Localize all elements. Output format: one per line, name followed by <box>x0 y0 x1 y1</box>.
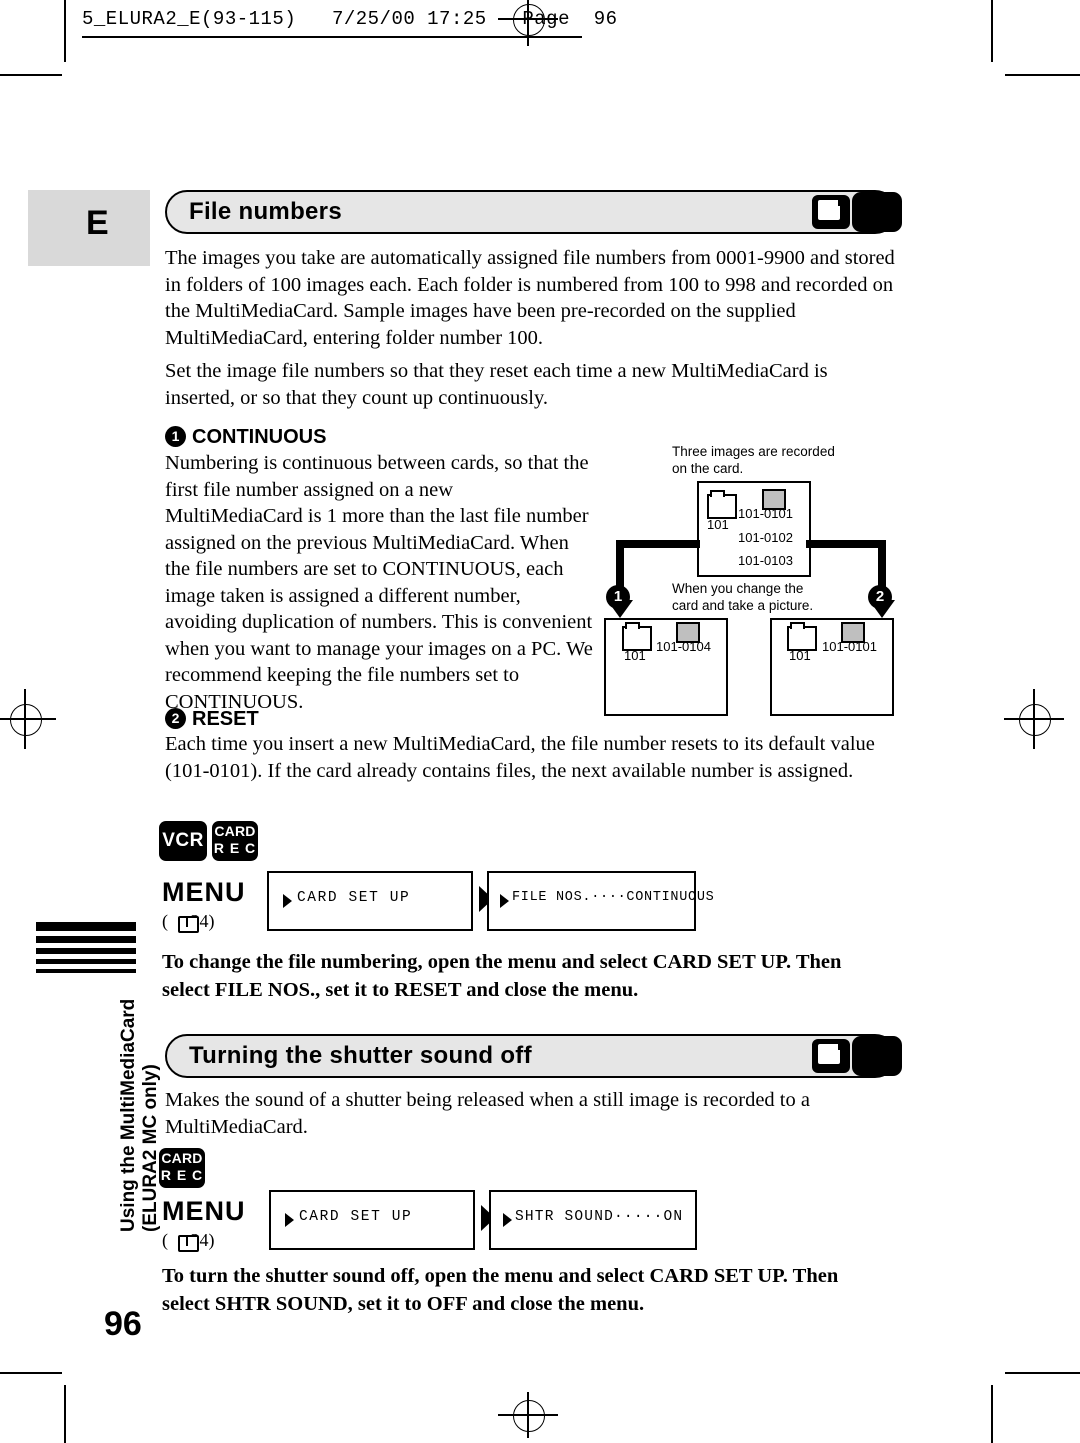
card-badge-icon-2 <box>812 1039 850 1073</box>
side-tab-line-1 <box>36 922 136 931</box>
diagram-file-1-left: 101-0104 <box>656 639 711 654</box>
item-2-body: Each time you insert a new MultiMediaCar… <box>165 733 875 782</box>
section-title-text: File numbers <box>189 198 342 225</box>
crop-mark-bottom-left-v <box>64 1385 66 1443</box>
menu-box-4-text: SHTR SOUND·····ON <box>515 1209 684 1225</box>
intro-paragraph-2: Set the image file numbers so that they … <box>165 360 828 409</box>
registration-line-left-v <box>24 689 26 749</box>
side-tab-line-4 <box>36 959 136 964</box>
registration-line-right-v <box>1033 689 1035 749</box>
section-2-body: Makes the sound of a shutter being relea… <box>165 1089 810 1138</box>
diagram-file-1-top: 101-0101 <box>738 506 793 521</box>
item-1-body: Numbering is continuous between cards, s… <box>165 452 593 713</box>
item-1-heading: CONTINUOUS <box>192 426 327 448</box>
book-icon-2 <box>178 1235 199 1252</box>
section-title-shutter-sound: Turning the shutter sound off <box>165 1034 897 1078</box>
diagram-marker-1: 1 <box>606 585 630 609</box>
menu-box-1-file-nos[interactable]: FILE NOS.····CONTINUOUS <box>487 871 714 931</box>
menu-arrow-icon-3 <box>285 1213 294 1227</box>
card-rec-mode-icon-2: CARD R E C <box>159 1148 205 1188</box>
card-rec-badge-icon-2 <box>852 1036 902 1076</box>
header-rule <box>82 36 582 38</box>
card-badge-inner <box>818 200 840 220</box>
side-tab-lines <box>36 922 136 982</box>
menu-box-2-shtr-sound[interactable]: SHTR SOUND·····ON <box>489 1190 697 1250</box>
crop-mark-bottom-left-h <box>0 1372 62 1374</box>
language-tab-letter: E <box>86 204 109 242</box>
card-badge-corner-2 <box>838 1044 845 1050</box>
menu-label-1: MENU <box>162 877 246 907</box>
registration-line-left-h <box>0 718 56 720</box>
diagram-caption-mid: When you change the card and take a pict… <box>672 581 814 613</box>
menu-arrow-icon-1 <box>283 894 292 908</box>
diagram-folder-number-top: 101 <box>707 517 729 532</box>
menu-arrow-icon-4 <box>503 1213 512 1227</box>
crop-mark-top-left-v <box>64 0 66 62</box>
card-badge-icon <box>812 195 850 229</box>
section-2-title-text: Turning the shutter sound off <box>189 1042 532 1069</box>
diagram-caption-top: Three images are recorded on the card. <box>672 444 835 476</box>
page-number: 96 <box>104 1305 142 1343</box>
diagram-marker-2: 2 <box>868 585 892 609</box>
vcr-mode-icon: VCR <box>159 821 207 861</box>
card-badge-inner-2 <box>818 1044 840 1064</box>
diagram-file-2-top: 101-0102 <box>738 530 793 545</box>
instruction-2: To turn the shutter sound off, open the … <box>162 1265 839 1315</box>
crop-mark-top-right-v <box>991 0 993 62</box>
card-rec-mode-icon-1: CARD R E C <box>212 821 258 861</box>
card-badge-corner <box>838 200 845 206</box>
diagram-folder-number-right: 101 <box>789 648 811 663</box>
diagram-file-3-top: 101-0103 <box>738 553 793 568</box>
crop-mark-top-right-h <box>1005 74 1080 76</box>
menu-box-1-text: CARD SET UP <box>297 890 411 906</box>
diagram-file-1-right: 101-0101 <box>822 639 877 654</box>
diagram-connector-left-h <box>616 540 700 548</box>
crop-mark-bottom-right-h <box>1005 1372 1080 1374</box>
badge-2-slash-3 <box>877 1043 890 1067</box>
side-tab-line-3 <box>36 948 136 954</box>
manual-page: 5_ELURA2_E(93-115) 7/25/00 17:25 Page 96… <box>0 0 1080 1443</box>
card-rec-label-line2: R E C <box>213 840 257 856</box>
section-title-file-numbers: File numbers <box>165 190 897 234</box>
crop-mark-top-left-h <box>0 74 62 76</box>
registration-line-bottom-v <box>527 1392 529 1438</box>
badge-slash-3 <box>877 199 890 223</box>
crop-mark-bottom-right-v <box>991 1385 993 1443</box>
menu-box-1-card-setup[interactable]: CARD SET UP <box>267 871 473 931</box>
registration-mark-bottom <box>513 1400 545 1432</box>
menu-box-2-card-setup[interactable]: CARD SET UP <box>269 1190 475 1250</box>
item-2-heading: RESET <box>192 708 259 730</box>
side-tab-text-line2: (ELURA2 MC only) <box>140 1064 161 1232</box>
intro-paragraph-1: The images you take are automatically as… <box>165 247 895 349</box>
menu-label-2: MENU <box>162 1196 246 1226</box>
instruction-1: To change the file numbering, open the m… <box>162 951 842 1001</box>
card-rec-badge-icon <box>852 192 902 232</box>
card-rec-2-label-line1: CARD <box>161 1150 203 1166</box>
menu-box-3-text: CARD SET UP <box>299 1209 413 1225</box>
side-tab-text-line1: Using the MultiMediaCard <box>118 998 139 1232</box>
menu-arrow-icon-2 <box>500 894 509 908</box>
card-rec-2-label-line2: R E C <box>160 1167 204 1183</box>
card-rec-label-line1: CARD <box>214 823 256 839</box>
diagram-folder-number-left: 101 <box>624 648 646 663</box>
item-1-number: 1 <box>165 426 186 447</box>
book-icon-1 <box>178 916 199 933</box>
diagram-folder-icon-top <box>707 490 737 519</box>
registration-mark-right <box>1019 704 1051 736</box>
item-2-number: 2 <box>165 708 186 729</box>
registration-mark-left <box>10 704 42 736</box>
diagram-connector-right-h <box>806 540 886 548</box>
print-header: 5_ELURA2_E(93-115) 7/25/00 17:25 Page 96 <box>82 8 618 30</box>
side-tab-line-5 <box>36 969 136 973</box>
side-tab-line-2 <box>36 936 136 943</box>
menu-box-2-text: FILE NOS.····CONTINUOUS <box>512 890 715 905</box>
